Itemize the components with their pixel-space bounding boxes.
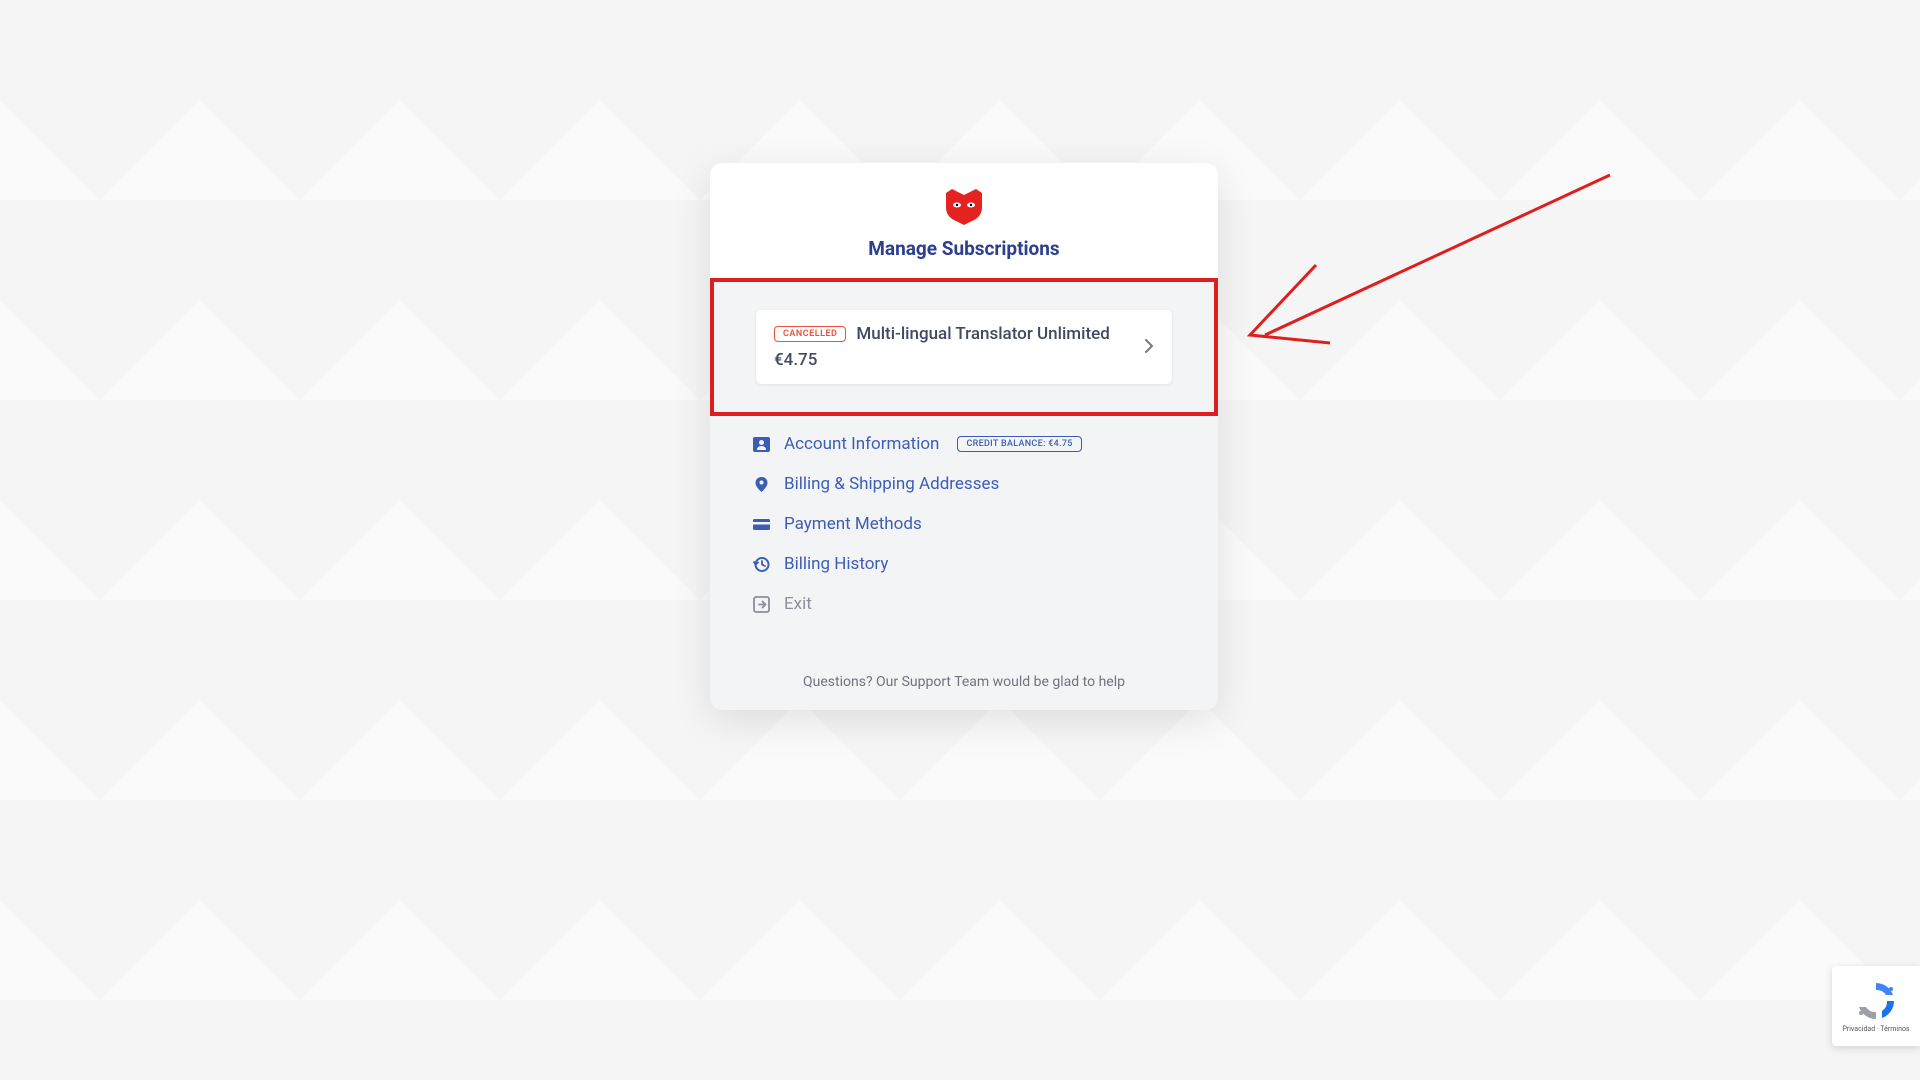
support-footer-text[interactable]: Questions? Our Support Team would be gla…: [710, 674, 1218, 710]
menu-item-account-info[interactable]: Account Information CREDIT BALANCE: €4.7…: [752, 424, 1176, 464]
subscription-name: Multi-lingual Translator Unlimited: [856, 324, 1109, 344]
menu-label: Exit: [784, 594, 812, 614]
brand-logo-icon: [938, 187, 990, 225]
subscription-management-card: Manage Subscriptions CANCELLED Multi-lin…: [710, 163, 1218, 710]
page-title: Manage Subscriptions: [730, 237, 1198, 260]
recaptcha-legal-text[interactable]: Privacidad · Términos: [1842, 1025, 1909, 1033]
subscription-price: €4.75: [774, 350, 1145, 370]
menu-item-billing-history[interactable]: Billing History: [752, 544, 1176, 584]
chevron-right-icon: [1145, 338, 1154, 357]
menu-list: Account Information CREDIT BALANCE: €4.7…: [710, 416, 1218, 674]
recaptcha-badge[interactable]: Privacidad · Términos: [1832, 966, 1920, 1046]
subscription-item[interactable]: CANCELLED Multi-lingual Translator Unlim…: [756, 310, 1172, 384]
history-icon: [752, 555, 770, 573]
user-card-icon: [752, 435, 770, 453]
menu-item-exit[interactable]: Exit: [752, 584, 1176, 624]
exit-icon: [752, 595, 770, 613]
location-pin-icon: [752, 475, 770, 493]
menu-label: Billing History: [784, 554, 888, 574]
highlighted-subscription-section: CANCELLED Multi-lingual Translator Unlim…: [710, 278, 1218, 416]
subscription-top-row: CANCELLED Multi-lingual Translator Unlim…: [774, 324, 1145, 344]
card-header: Manage Subscriptions: [710, 163, 1218, 278]
menu-label: Billing & Shipping Addresses: [784, 474, 999, 494]
menu-item-payment-methods[interactable]: Payment Methods: [752, 504, 1176, 544]
subscription-content: CANCELLED Multi-lingual Translator Unlim…: [774, 324, 1145, 370]
annotation-arrow-icon: [1240, 165, 1640, 415]
menu-label: Account Information: [784, 434, 939, 454]
menu-item-addresses[interactable]: Billing & Shipping Addresses: [752, 464, 1176, 504]
menu-label: Payment Methods: [784, 514, 922, 534]
recaptcha-icon: [1854, 979, 1898, 1023]
status-badge: CANCELLED: [774, 326, 846, 342]
credit-card-icon: [752, 515, 770, 533]
credit-balance-badge: CREDIT BALANCE: €4.75: [957, 436, 1081, 452]
